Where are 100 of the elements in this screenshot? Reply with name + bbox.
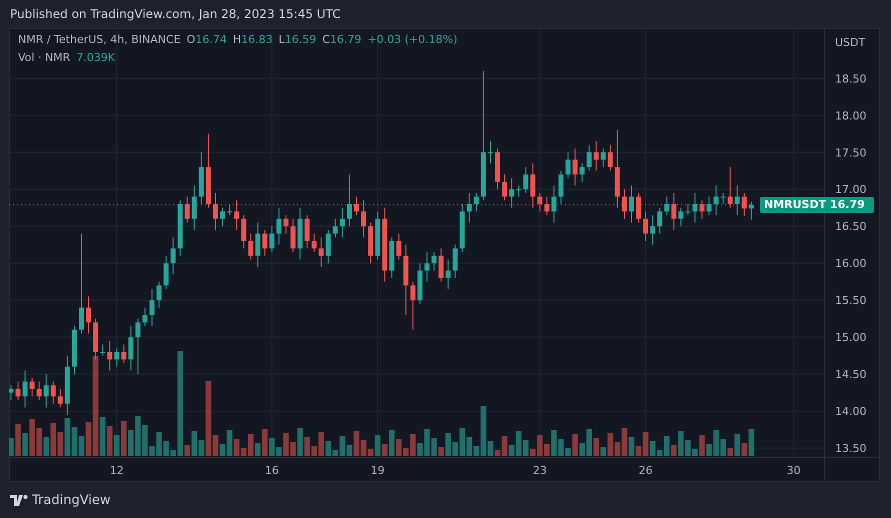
candlestick xyxy=(600,148,606,168)
candlestick xyxy=(452,244,458,279)
price-tick: 17.50 xyxy=(835,146,866,160)
candlestick xyxy=(326,229,331,264)
candlestick xyxy=(628,185,634,224)
candlestick xyxy=(170,236,176,275)
date-tick: 30 xyxy=(786,464,801,477)
price-change: +0.03 (+0.18%) xyxy=(367,33,458,46)
candlestick xyxy=(220,207,226,227)
candlestick xyxy=(728,166,733,208)
candlestick xyxy=(114,348,120,368)
candlestick xyxy=(622,188,627,220)
candlestick xyxy=(318,236,324,268)
candlestick xyxy=(572,148,578,186)
candlestick xyxy=(692,192,698,224)
candlestick xyxy=(474,192,479,212)
candlestick xyxy=(86,296,92,334)
candlestick xyxy=(424,252,430,282)
candlestick xyxy=(304,214,310,249)
candlestick xyxy=(227,204,232,216)
candlestick xyxy=(466,192,472,224)
candlestick xyxy=(312,233,317,253)
price-tick: 18.00 xyxy=(835,109,866,122)
candlestick xyxy=(664,196,670,216)
candlestick xyxy=(22,370,28,408)
candlestick xyxy=(523,166,528,194)
candlestick xyxy=(121,344,126,364)
date-tick: 19 xyxy=(370,464,385,477)
candlestick xyxy=(636,192,642,224)
ohlc-value: C16.79 xyxy=(322,33,362,46)
candlestick xyxy=(78,233,84,334)
date-tick: 12 xyxy=(110,464,124,477)
candlestick xyxy=(100,344,106,356)
candlestick xyxy=(537,192,542,212)
volume-value: 7.039K xyxy=(76,51,116,64)
date-tick: 23 xyxy=(532,464,547,477)
candlestick xyxy=(354,196,359,216)
candlestick xyxy=(678,207,684,227)
candlestick xyxy=(50,381,56,404)
candlestick xyxy=(212,192,218,230)
candlestick xyxy=(671,192,676,230)
candlestick xyxy=(44,374,49,408)
candlestick xyxy=(340,207,345,238)
candlestick xyxy=(58,388,63,408)
candlestick xyxy=(551,185,556,224)
candlestick xyxy=(262,229,268,256)
candlestick xyxy=(30,377,35,397)
candlestick xyxy=(685,204,690,216)
candlestick xyxy=(594,140,599,172)
brand-name: TradingView xyxy=(32,492,111,508)
candlestick xyxy=(255,222,260,268)
logo-icon xyxy=(10,494,28,506)
candlestick xyxy=(269,226,274,253)
candlestick xyxy=(36,381,42,401)
candlestick xyxy=(135,318,140,375)
candlestick xyxy=(734,185,740,216)
candlestick xyxy=(241,214,246,249)
candlestick xyxy=(558,170,564,205)
price-tick: 14.50 xyxy=(835,368,866,382)
candlestick xyxy=(509,178,514,208)
candlestick xyxy=(586,144,592,172)
date-tick: 26 xyxy=(638,464,653,477)
candlestick xyxy=(608,144,613,172)
candlestick xyxy=(184,196,190,224)
price-tick: 15.00 xyxy=(835,331,866,344)
ohlc-value: O16.74 xyxy=(186,33,227,46)
price-tick: 15.50 xyxy=(835,294,866,308)
candlestick xyxy=(283,214,288,234)
price-tick: 14.00 xyxy=(835,405,866,418)
candlestick xyxy=(432,252,437,272)
candlestick xyxy=(290,218,296,253)
candlestick xyxy=(234,200,240,230)
candlestick xyxy=(107,340,112,371)
candlestick xyxy=(332,218,338,238)
candlestick xyxy=(516,185,522,198)
candlestick xyxy=(544,196,550,216)
candlestick xyxy=(530,162,536,208)
currency-label: USDT xyxy=(835,36,866,49)
candlestick xyxy=(361,200,366,238)
candlestick xyxy=(128,326,134,371)
candlestick xyxy=(657,207,662,234)
candlestick xyxy=(248,233,254,260)
published-caption: Published on TradingView.com, Jan 28, 2023 15:45 UTC xyxy=(10,7,341,21)
ohlc-value: L16.59 xyxy=(278,33,316,46)
candlestick xyxy=(396,233,402,260)
volume-label: Vol · NMR xyxy=(18,51,70,64)
candlestick xyxy=(164,255,169,290)
candlestick xyxy=(566,152,571,179)
candlestick xyxy=(706,196,712,216)
candlestick xyxy=(438,248,444,282)
last-price-badge: 16.79 xyxy=(826,196,874,213)
candlestick xyxy=(580,162,585,182)
candlestick xyxy=(720,192,726,205)
date-tick: 16 xyxy=(264,464,279,477)
candlestick xyxy=(9,384,14,401)
candlestick xyxy=(410,281,416,330)
price-tick: 16.50 xyxy=(835,220,866,234)
candlestick xyxy=(142,307,148,327)
candlestick xyxy=(488,140,493,164)
candlestick xyxy=(150,288,154,327)
